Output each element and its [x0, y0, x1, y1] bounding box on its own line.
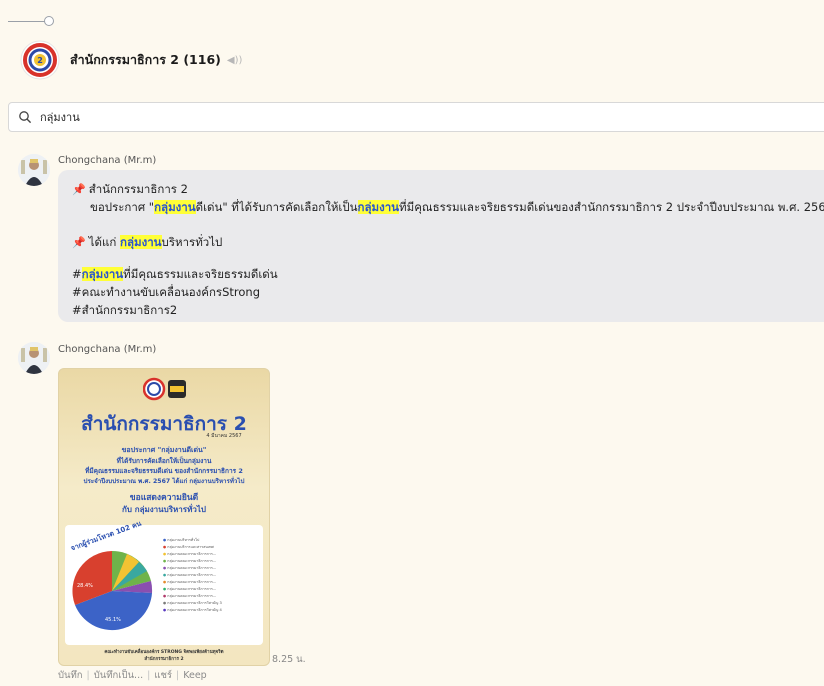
- pie-label: 28.4%: [77, 583, 93, 589]
- legend-item: ● กลุ่มงานคณะกรรมาธิการวิสามัญ 4: [163, 608, 222, 612]
- search-highlight: กลุ่มงาน: [154, 200, 196, 214]
- legend-item: ● กลุ่มงานคณะกรรมาธิการการ...: [163, 559, 217, 563]
- poster-logos: [143, 377, 186, 401]
- speaker-icon: ◀)): [226, 54, 243, 66]
- svg-text:2: 2: [37, 56, 43, 65]
- group-avatar[interactable]: 2: [20, 40, 60, 80]
- legend-item: ● กลุ่มงานคณะกรรมาธิการการ...: [163, 580, 217, 584]
- poster-footer: คณะทำงานขับเคลื่อนองค์กร STRONG จิตพอเพี…: [104, 650, 224, 655]
- image-attachment[interactable]: สำนักกรรมาธิการ 2 4 มีนาคม 2567 ขอประกาศ…: [58, 368, 270, 666]
- message-line: 📌 ได้แก่ กลุ่มงานบริหารทั่วไป: [72, 235, 223, 249]
- poster-body: ที่มีคุณธรรมและจริยธรรมดีเด่น ของสำนักกร…: [85, 467, 243, 475]
- legend-item: ● กลุ่มงานคณะกรรมาธิการการ...: [163, 594, 217, 598]
- legend-item: ● กลุ่มงานคณะกรรมาธิการวิสามัญ 3: [163, 601, 222, 605]
- legend-item: ● กลุ่มงานคณะกรรมาธิการการ...: [163, 573, 217, 577]
- search-highlight: กลุ่มงาน: [120, 235, 162, 249]
- save-as-link[interactable]: บันทึกเป็น...: [94, 670, 143, 681]
- chat-header: 2 สำนักกรรมาธิการ 2 (116) ◀)): [20, 40, 242, 80]
- sender-avatar[interactable]: [18, 154, 50, 186]
- search-bar[interactable]: กลุ่มงาน: [8, 102, 824, 132]
- sender-avatar[interactable]: [18, 342, 50, 374]
- group-name[interactable]: สำนักกรรมาธิการ 2 (116): [70, 50, 221, 70]
- hashtag-line[interactable]: #คณะทำงานขับเคลื่อนองค์กรStrong: [72, 284, 260, 302]
- save-link[interactable]: บันทึก: [58, 670, 83, 681]
- pushpin-icon: 📌: [72, 236, 86, 249]
- sender-name[interactable]: Chongchana (Mr.m): [58, 155, 156, 166]
- message-line: ขอประกาศ "กลุ่มงานดีเด่น" ที่ได้รับการคั…: [90, 200, 824, 214]
- legend-item: ● กลุ่มงานคณะกรรมาธิการการ...: [163, 552, 217, 556]
- message-bubble[interactable]: 📌 สำนักกรรมาธิการ 2 ขอประกาศ "กลุ่มงานดีเ…: [58, 170, 824, 322]
- keep-link[interactable]: Keep: [183, 670, 206, 681]
- pie-label: 45.1%: [105, 617, 121, 623]
- search-input[interactable]: กลุ่มงาน: [40, 108, 80, 126]
- search-highlight: กลุ่มงาน: [357, 200, 400, 214]
- message-timestamp: 8.25 น.: [272, 654, 306, 665]
- legend-item: ● กลุ่มงานบริหารทั่วไป: [163, 538, 200, 542]
- poster-congrats: ขอแสดงความยินดี: [129, 493, 199, 503]
- search-highlight: กลุ่มงาน: [81, 267, 124, 281]
- poster-announce: ขอประกาศ "กลุ่มงานดีเด่น": [121, 446, 207, 454]
- poster-body: ประจำปีงบประมาณ พ.ศ. 2567 ได้แก่ กลุ่มงา…: [83, 478, 245, 485]
- slider-track: [8, 21, 46, 22]
- zoom-slider[interactable]: [8, 14, 54, 28]
- slider-knob[interactable]: [44, 16, 54, 26]
- sender-name[interactable]: Chongchana (Mr.m): [58, 344, 156, 355]
- legend-item: ● กลุ่มงานบริการและสารสนเทศ: [163, 545, 214, 549]
- hashtag-line[interactable]: #กลุ่มงานที่มีคุณธรรมและจริยธรรมดีเด่น: [72, 266, 278, 284]
- share-link[interactable]: แชร์: [154, 670, 172, 681]
- legend-item: ● กลุ่มงานคณะกรรมาธิการการ...: [163, 587, 217, 591]
- chart-legend: ● กลุ่มงานบริหารทั่วไป ● กลุ่มงานบริการแ…: [163, 537, 259, 614]
- poster-congrats: กับ กลุ่มงานบริหารทั่วไป: [122, 505, 206, 514]
- search-icon: [19, 111, 32, 124]
- poster-date: 4 มีนาคม 2567: [206, 433, 242, 439]
- poster-body: ที่ได้รับการคัดเลือกให้เป็นกลุ่มงาน: [116, 457, 212, 465]
- poster-footer: สำนักกรรมาธิการ 2: [144, 657, 184, 662]
- attachment-actions: บันทึก | บันทึกเป็น... | แชร์ | Keep: [58, 670, 207, 681]
- hashtag-line[interactable]: #สำนักกรรมาธิการ2: [72, 302, 177, 320]
- poster-chart-card: จากผู้ร่วมโหวต 102 คน 45.1% 28.4% ● กลุ่…: [65, 520, 263, 645]
- pushpin-icon: 📌: [72, 183, 86, 196]
- message-line: 📌 สำนักกรรมาธิการ 2: [72, 182, 188, 196]
- legend-item: ● กลุ่มงานคณะกรรมาธิการการ...: [163, 566, 217, 570]
